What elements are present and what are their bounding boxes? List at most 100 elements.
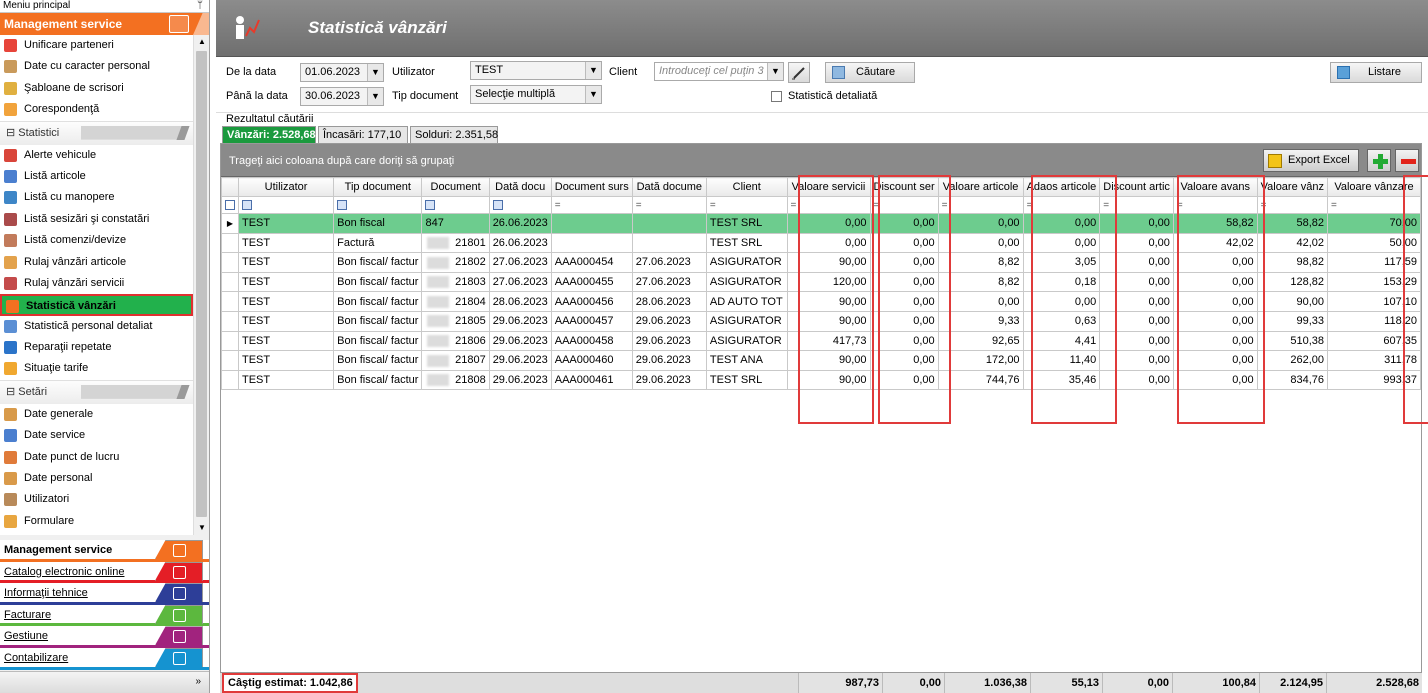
table-cell[interactable]: AAA000454: [550, 252, 633, 273]
table-cell[interactable]: [550, 232, 633, 254]
sidebar-item[interactable]: Şabloane de scrisori: [0, 78, 193, 99]
table-row[interactable]: TEST Bon fiscal/ factur 21805 29.06.2023 AAA…: [221, 310, 1421, 332]
module-gestiune[interactable]: Gestiune: [0, 626, 209, 648]
table-cell[interactable]: Bon fiscal/ factur: [333, 369, 423, 391]
table-cell[interactable]: 0,00: [1099, 330, 1174, 352]
table-row[interactable]: TEST Bon fiscal/ factur 21807 29.06.2023 AAA…: [221, 350, 1421, 371]
table-cell[interactable]: 21807: [421, 350, 490, 371]
table-cell[interactable]: 0,00: [869, 330, 939, 352]
table-row[interactable]: TEST Factură 21801 26.06.2023 TEST SRL 0,00 0,…: [221, 232, 1421, 254]
column-filter-cell[interactable]: =: [937, 196, 1024, 214]
column-header[interactable]: Utilizator: [237, 177, 335, 197]
table-cell[interactable]: Bon fiscal/ factur: [333, 350, 423, 371]
table-cell[interactable]: 27.06.2023: [631, 252, 707, 273]
column-header[interactable]: Client: [705, 177, 788, 197]
from-date-field[interactable]: 01.06.2023 ▼: [300, 63, 384, 82]
column-filter-cell[interactable]: =: [1022, 196, 1101, 214]
column-filter-cell[interactable]: [421, 196, 490, 214]
table-cell[interactable]: 510,38: [1256, 330, 1329, 352]
chevron-down-icon[interactable]: ▼: [767, 63, 783, 80]
table-cell[interactable]: 8,82: [937, 271, 1024, 293]
table-cell[interactable]: 0,00: [1099, 350, 1174, 371]
table-cell[interactable]: 0,00: [1022, 291, 1101, 312]
table-cell[interactable]: TEST: [237, 213, 335, 234]
table-cell[interactable]: 58,82: [1256, 213, 1329, 234]
table-cell[interactable]: 0,00: [869, 310, 939, 332]
filter-operator-icon[interactable]: [337, 200, 348, 211]
table-cell[interactable]: 107,10: [1327, 291, 1421, 312]
row-indicator[interactable]: [221, 232, 239, 254]
sidebar-item[interactable]: Listă articole: [0, 166, 193, 187]
table-cell[interactable]: AAA000460: [550, 350, 633, 371]
pin-icon[interactable]: ᛘ: [197, 0, 203, 12]
table-cell[interactable]: 0,00: [1099, 369, 1174, 391]
table-cell[interactable]: TEST: [237, 232, 335, 254]
table-cell[interactable]: 21806: [421, 330, 490, 352]
table-cell[interactable]: 0,18: [1022, 271, 1101, 293]
add-row-button[interactable]: [1367, 149, 1391, 172]
equals-filter-icon[interactable]: =: [1027, 200, 1033, 211]
row-indicator[interactable]: [221, 291, 239, 312]
row-indicator[interactable]: [221, 252, 239, 273]
module-facturare[interactable]: Facturare: [0, 604, 209, 627]
table-cell[interactable]: 993,37: [1327, 369, 1421, 391]
sidebar-item[interactable]: Listă cu manopere: [0, 187, 193, 208]
document-type-select[interactable]: Selecţie multiplă ▼: [470, 85, 602, 104]
table-cell[interactable]: Bon fiscal/ factur: [333, 330, 423, 352]
table-cell[interactable]: 50,00: [1327, 232, 1421, 254]
filter-operator-icon[interactable]: [492, 200, 503, 211]
table-cell[interactable]: TEST SRL: [705, 213, 788, 234]
table-cell[interactable]: Bon fiscal/ factur: [333, 271, 423, 293]
table-cell[interactable]: 27.06.2023: [488, 252, 552, 273]
table-cell[interactable]: TEST: [237, 252, 335, 273]
table-cell[interactable]: ASIGURATOR: [705, 310, 788, 332]
table-cell[interactable]: 29.06.2023: [488, 330, 552, 352]
column-header[interactable]: Document surs: [550, 177, 633, 197]
table-cell[interactable]: 28.06.2023: [631, 291, 707, 312]
table-cell[interactable]: 21805: [421, 310, 490, 332]
table-cell[interactable]: 0,00: [1099, 310, 1174, 332]
scroll-up-icon[interactable]: ▲: [194, 35, 209, 49]
row-indicator[interactable]: [221, 271, 239, 293]
table-cell[interactable]: 0,00: [869, 252, 939, 273]
table-cell[interactable]: 744,76: [937, 369, 1024, 391]
sidebar-group-header[interactable]: ⊟ Statistici: [0, 120, 193, 145]
column-filter-cell[interactable]: =: [705, 196, 788, 214]
equals-filter-icon[interactable]: =: [942, 200, 948, 211]
table-cell[interactable]: 0,00: [1099, 291, 1174, 312]
row-indicator[interactable]: [221, 350, 239, 371]
table-cell[interactable]: Bon fiscal: [333, 213, 423, 234]
table-cell[interactable]: 311,78: [1327, 350, 1421, 371]
table-cell[interactable]: ASIGURATOR: [705, 330, 788, 352]
table-cell[interactable]: TEST: [237, 310, 335, 332]
table-cell[interactable]: 90,00: [786, 310, 871, 332]
table-cell[interactable]: 26.06.2023: [488, 232, 552, 254]
tab-incasari[interactable]: Încasări: 177,10: [318, 126, 408, 143]
table-cell[interactable]: 0,00: [869, 232, 939, 254]
column-header[interactable]: Adaos articole: [1022, 177, 1101, 197]
table-cell[interactable]: 8,82: [937, 252, 1024, 273]
table-cell[interactable]: 29.06.2023: [631, 310, 707, 332]
row-indicator[interactable]: [221, 310, 239, 332]
table-cell[interactable]: 21801: [421, 232, 490, 254]
column-header[interactable]: Discount ser: [869, 177, 939, 197]
detailed-statistics-checkbox[interactable]: [771, 91, 782, 102]
column-header[interactable]: Document: [421, 177, 490, 197]
table-cell[interactable]: 0,00: [869, 350, 939, 371]
sidebar-item[interactable]: Listă comenzi/devize: [0, 230, 193, 251]
column-filter-cell[interactable]: =: [550, 196, 633, 214]
table-cell[interactable]: TEST SRL: [705, 232, 788, 254]
table-cell[interactable]: 0,00: [1099, 271, 1174, 293]
column-filter-cell[interactable]: [237, 196, 335, 214]
table-cell[interactable]: 90,00: [786, 291, 871, 312]
sidebar-item[interactable]: Date personal: [0, 468, 193, 489]
sidebar-item[interactable]: Alerte vehicule: [0, 145, 193, 166]
chevron-down-icon[interactable]: ▼: [585, 86, 601, 103]
table-cell[interactable]: AAA000461: [550, 369, 633, 391]
table-cell[interactable]: 0,00: [1172, 271, 1258, 293]
remove-row-button[interactable]: [1395, 149, 1419, 172]
equals-filter-icon[interactable]: =: [555, 200, 561, 211]
equals-filter-icon[interactable]: =: [636, 200, 642, 211]
table-row[interactable]: TEST Bon fiscal/ factur 21808 29.06.2023 AAA…: [221, 369, 1421, 391]
table-cell[interactable]: Bon fiscal/ factur: [333, 310, 423, 332]
